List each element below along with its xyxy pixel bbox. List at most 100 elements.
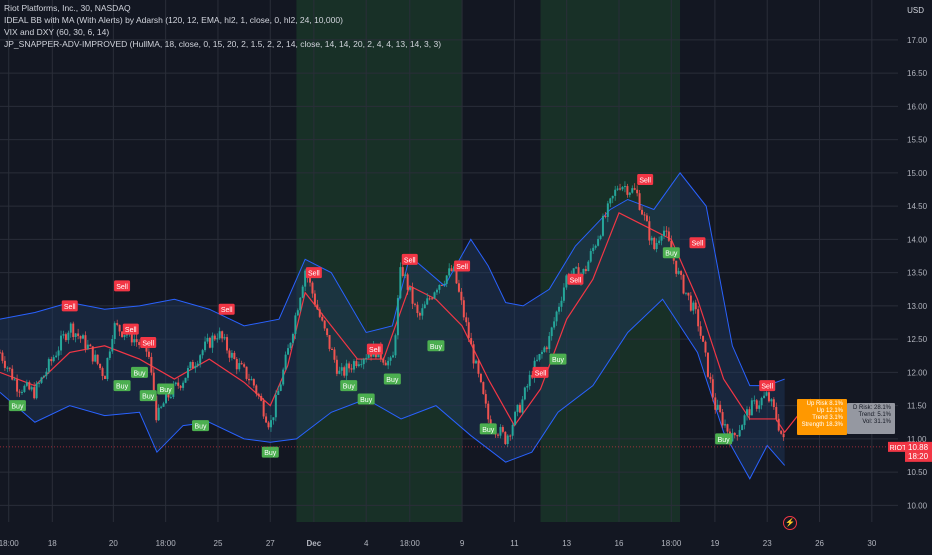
candle-body (194, 365, 197, 369)
candle-body (277, 390, 280, 395)
candle-body (60, 335, 63, 351)
indicator-snapper-label[interactable]: JP_SNAPPER-ADV-IMPROVED (HullMA, 18, clo… (4, 38, 441, 50)
buy-signal-label: Buy (343, 384, 356, 391)
candle-body (755, 400, 758, 409)
candle-body (660, 235, 663, 241)
candle-body (340, 367, 343, 371)
candle-body (272, 417, 275, 421)
buy-signal: Buy (157, 383, 175, 395)
candle-body (582, 269, 585, 274)
candle-body (684, 292, 687, 294)
candle-body (208, 337, 211, 348)
sell-signal: Sell (366, 343, 383, 355)
candle-body (545, 347, 548, 350)
buy-signal-label: Buy (11, 404, 24, 411)
candle-body (106, 357, 109, 380)
symbol-tag-label: RIOT (890, 445, 907, 452)
indicator-bb-label[interactable]: IDEAL BB with MA (With Alerts) by Adarsh… (4, 14, 441, 26)
candle-body (348, 363, 351, 369)
symbol-title[interactable]: Riot Platforms, Inc., 30, NASDAQ (4, 2, 441, 14)
d-risk-line: D Risk: 28.1% (852, 405, 891, 411)
candle-body (479, 373, 482, 383)
candle-body (257, 393, 260, 397)
candle-body (238, 363, 241, 370)
candle-body (57, 350, 60, 356)
time-tick-label: 26 (815, 539, 824, 548)
candle-body (186, 368, 189, 378)
indicator-vix-dxy-label[interactable]: VIX and DXY (60, 30, 6, 14) (4, 26, 441, 38)
candle-body (528, 374, 531, 387)
price-tick-label: 11.50 (907, 402, 927, 411)
buy-signal-label: Buy (360, 397, 373, 404)
candle-body (216, 338, 219, 340)
buy-signal-label: Buy (264, 450, 277, 457)
candle-body (584, 269, 587, 272)
candle-body (321, 316, 324, 321)
candle-body (694, 302, 697, 310)
candle-body (38, 382, 41, 384)
candle-body (18, 391, 21, 393)
buy-signal-label: Buy (718, 437, 731, 444)
candle-body (575, 267, 578, 269)
candle-body (443, 283, 446, 286)
candle-body (648, 221, 651, 241)
candle-body (323, 320, 326, 329)
candle-body (750, 400, 753, 416)
candle-body (13, 379, 16, 381)
candle-body (296, 310, 299, 316)
candle-body (50, 359, 53, 362)
candle-body (394, 335, 397, 356)
candle-body (218, 331, 221, 339)
candle-body (706, 352, 709, 377)
candle-body (609, 198, 612, 204)
candle-body (47, 359, 50, 372)
candle-body (741, 425, 744, 431)
time-tick-label: 16 (615, 539, 624, 548)
candle-body (162, 403, 165, 407)
candle-body (638, 193, 641, 210)
candle-body (714, 397, 717, 410)
candle-body (748, 409, 751, 416)
candle-body (89, 344, 92, 347)
price-chart-svg[interactable]: Buy Sell Sell Buy Sell Sell Buy Buy Buy Sell Buy Bu… (0, 0, 932, 550)
candle-body (309, 277, 312, 283)
sell-signal: Sell (401, 253, 418, 265)
chart[interactable]: Buy Sell Sell Buy Sell Sell Buy Buy Buy Sell Buy Bu… (0, 0, 932, 550)
candle-body (704, 341, 707, 353)
candle-body (643, 214, 646, 216)
candle-body (8, 367, 11, 369)
sell-signal-label: Sell (570, 277, 582, 284)
lightning-icon[interactable]: ⚡ (783, 516, 797, 530)
candle-body (301, 286, 304, 298)
candle-body (355, 361, 358, 367)
price-axis[interactable]: 10.0010.5011.0011.5012.0012.5013.0013.50… (898, 0, 932, 550)
up-risk-line: Up Risk 8.1% (806, 401, 843, 407)
buy-signal-label: Buy (116, 384, 129, 391)
candle-body (96, 354, 99, 364)
candle-body (282, 369, 285, 385)
candle-body (255, 385, 258, 394)
buy-signal-label: Buy (430, 344, 443, 351)
buy-signal: Buy (383, 373, 401, 385)
candle-body (470, 338, 473, 345)
candle-body (619, 188, 622, 190)
candle-body (123, 335, 126, 337)
buy-signal: Buy (139, 390, 157, 402)
candle-body (753, 400, 756, 402)
currency-label[interactable]: USD (907, 6, 924, 15)
candle-body (733, 432, 736, 436)
sell-signal: Sell (61, 300, 78, 312)
candle-body (697, 309, 700, 327)
candle-body (448, 268, 451, 276)
candle-body (423, 304, 426, 309)
candle-body (113, 323, 116, 340)
candle-body (11, 368, 14, 380)
buy-signal-label: Buy (142, 394, 155, 401)
candle-body (42, 375, 45, 378)
candle-body (653, 237, 656, 250)
candle-body (174, 382, 177, 385)
current-price-label: 10.88 (908, 443, 929, 452)
candle-body (3, 360, 6, 368)
time-tick-label: 25 (214, 539, 223, 548)
candle-body (367, 354, 370, 358)
